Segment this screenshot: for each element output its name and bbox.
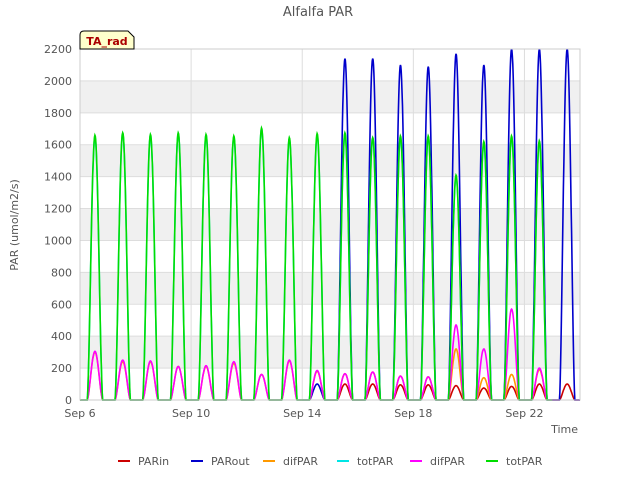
chart-title: Alfalfa PAR (283, 5, 353, 20)
x-tick-label: Sep 6 (64, 407, 95, 420)
y-tick-label: 2200 (44, 43, 72, 56)
legend: PARin PARout difPAR totPAR difPAR totPAR (118, 455, 543, 468)
y-axis-label: PAR (umol/m2/s) (8, 179, 21, 271)
background-band (80, 208, 580, 241)
y-tick-label: 400 (51, 330, 72, 343)
y-tick-label: 2000 (44, 75, 72, 88)
legend-label: PARout (211, 455, 250, 468)
x-tick-label: Sep 18 (394, 407, 432, 420)
y-tick-label: 600 (51, 298, 72, 311)
x-tick-label: Sep 14 (283, 407, 321, 420)
legend-label: totPAR (506, 455, 543, 468)
y-tick-label: 200 (51, 362, 72, 375)
chart: 0 200 400 600 800 1000 1200 1400 1600 1800 2000 220… (8, 5, 581, 468)
y-tick-label: 1600 (44, 139, 72, 152)
ta-rad-annotation: TA_rad (79, 30, 135, 50)
y-tick-label: 1800 (44, 107, 72, 120)
legend-label: difPAR (430, 455, 465, 468)
y-tick-label: 1200 (44, 203, 72, 216)
y-tick-label: 1400 (44, 171, 72, 184)
legend-label: PARin (138, 455, 169, 468)
y-tick-label: 1000 (44, 234, 72, 247)
y-ticks: 0 200 400 600 800 1000 1200 1400 1600 1800 2000 220… (44, 43, 72, 407)
annotation-label: TA_rad (86, 35, 127, 48)
y-tick-label: 800 (51, 266, 72, 279)
legend-label: difPAR (283, 455, 318, 468)
background-band (80, 80, 580, 113)
background-bands (80, 80, 580, 369)
background-band (80, 144, 580, 177)
x-tick-label: Sep 22 (505, 407, 543, 420)
x-axis-label: Time (550, 423, 578, 436)
x-ticks: Sep 6 Sep 10 Sep 14 Sep 18 Sep 22 (64, 407, 543, 420)
x-tick-label: Sep 10 (172, 407, 210, 420)
legend-label: totPAR (357, 455, 394, 468)
y-tick-label: 0 (65, 394, 72, 407)
